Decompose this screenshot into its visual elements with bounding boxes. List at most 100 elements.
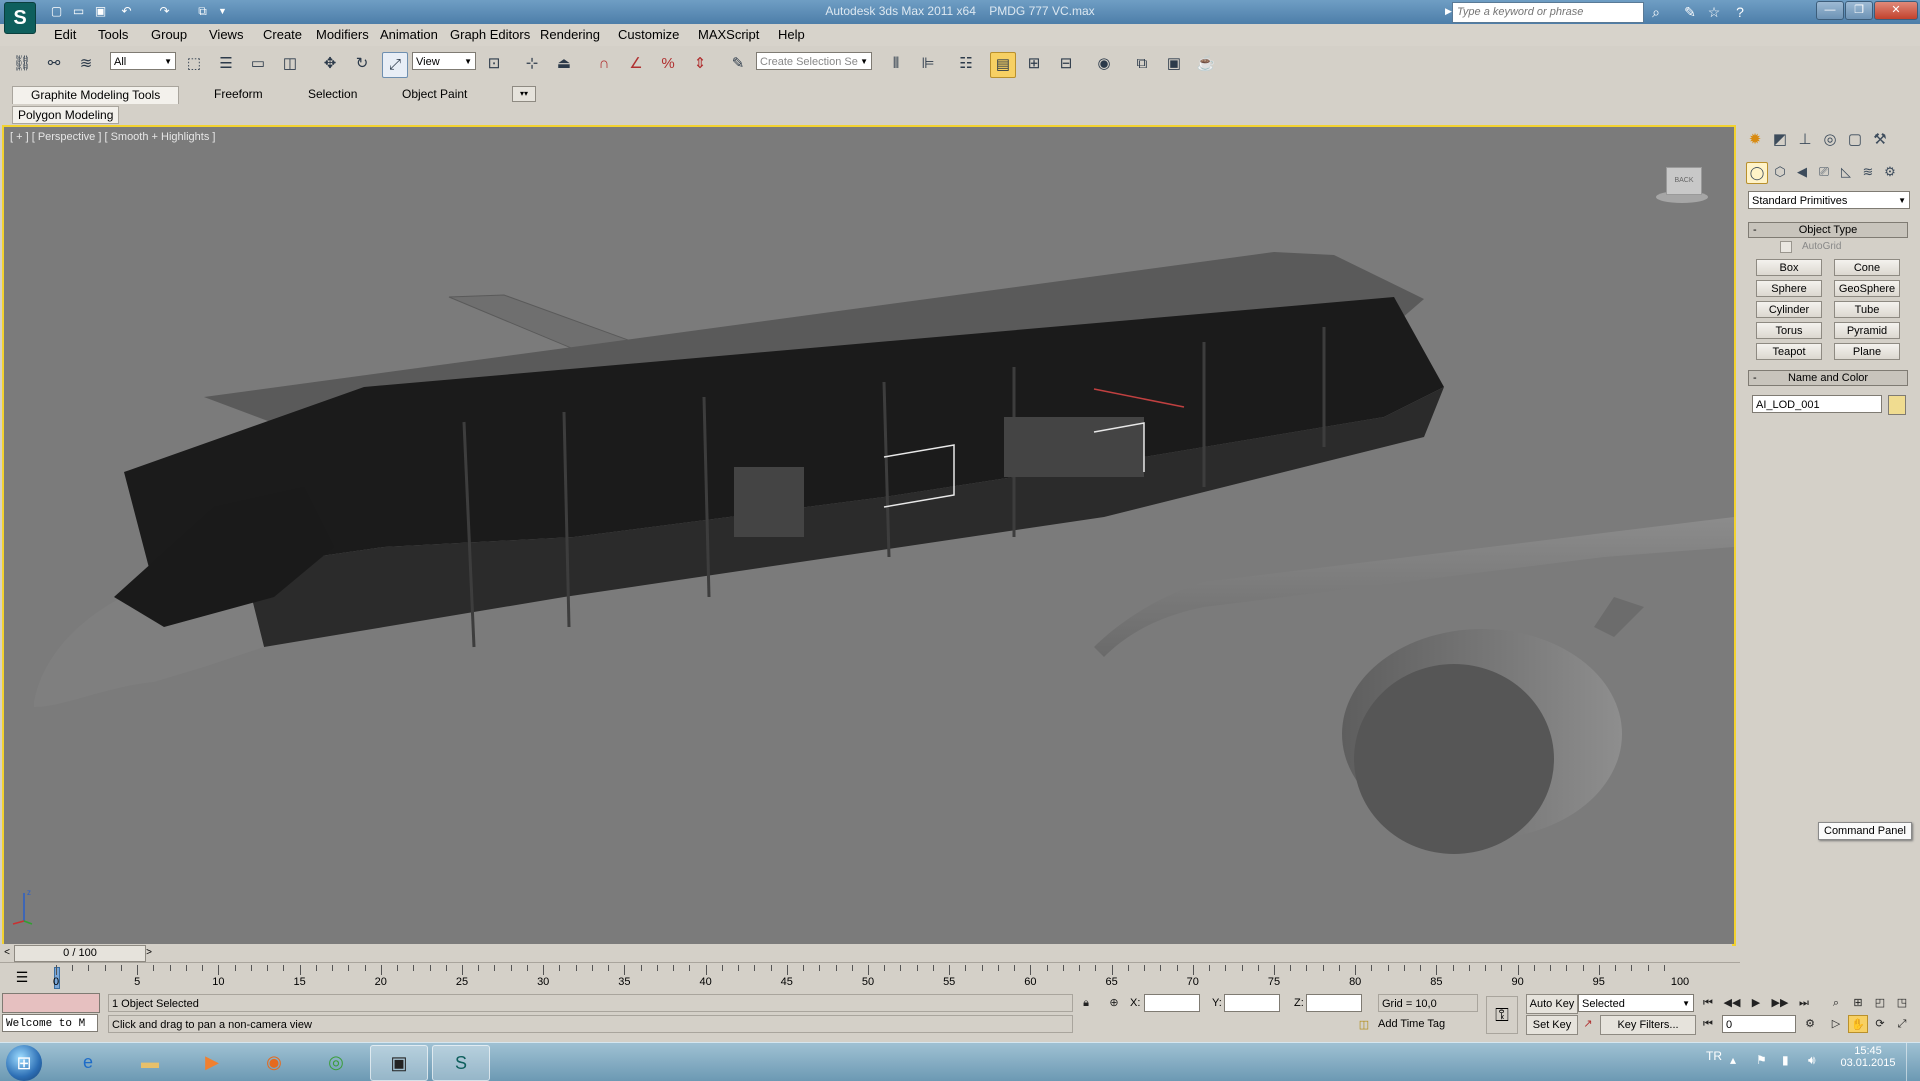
modify-tab-icon[interactable]: ◩: [1769, 129, 1791, 151]
select-and-manipulate-icon[interactable]: ⊹: [520, 52, 544, 76]
orbit-icon[interactable]: ⟳: [1870, 1015, 1890, 1033]
show-desktop-button[interactable]: [1906, 1043, 1920, 1081]
auto-key-button[interactable]: Auto Key: [1526, 994, 1578, 1014]
y-coordinate-field[interactable]: [1224, 994, 1280, 1012]
plane-button[interactable]: Plane: [1834, 343, 1900, 360]
cameras-icon[interactable]: ⎚: [1814, 162, 1834, 182]
tab-selection[interactable]: Selection: [298, 86, 367, 103]
search-expand-icon[interactable]: ▶: [1445, 6, 1452, 17]
rendered-frame-window-icon[interactable]: ▣: [1162, 52, 1186, 76]
menu-help[interactable]: Help: [778, 27, 805, 42]
menu-group[interactable]: Group: [151, 27, 187, 42]
menu-create[interactable]: Create: [263, 27, 302, 42]
help-icon[interactable]: ?: [1730, 2, 1750, 22]
zoom-icon[interactable]: ⌕: [1826, 994, 1846, 1012]
track-bar[interactable]: ☰ 0 5 10 15 20 25 30 35 40 45 50 55 60 65 70 75 80 85 90 95…: [0, 962, 1740, 991]
maxscript-mini-listener-top[interactable]: [2, 993, 100, 1013]
viewcube[interactable]: BACK: [1646, 163, 1716, 203]
rectangular-selection-icon[interactable]: ▭: [246, 52, 270, 76]
object-type-rollout[interactable]: - Object Type: [1748, 222, 1908, 238]
edit-named-selection-icon[interactable]: ✎: [726, 52, 750, 76]
file-explorer-icon[interactable]: ▬: [122, 1045, 178, 1079]
pan-view-hand-icon[interactable]: ✋: [1848, 1015, 1868, 1033]
language-indicator[interactable]: TR: [1706, 1049, 1722, 1063]
time-slider-thumb[interactable]: 0 / 100: [14, 945, 146, 962]
systems-icon[interactable]: ⚙: [1880, 162, 1900, 182]
quick-access-dropdown-icon[interactable]: ▼: [214, 3, 231, 20]
tube-button[interactable]: Tube: [1834, 301, 1900, 318]
zoom-extents-icon[interactable]: ◰: [1870, 994, 1890, 1012]
viewcube-face[interactable]: BACK: [1666, 167, 1702, 195]
default-tangent-icon[interactable]: ↗: [1578, 1015, 1598, 1033]
shapes-icon[interactable]: ⬡: [1770, 162, 1790, 182]
name-and-color-rollout[interactable]: - Name and Color: [1748, 370, 1908, 386]
lock-selection-icon[interactable]: 🔒︎: [1076, 994, 1096, 1012]
key-mode-toggle-icon[interactable]: ⏮: [1698, 1015, 1718, 1033]
maximize-button[interactable]: ❐: [1845, 1, 1873, 20]
key-filters-button[interactable]: Key Filters...: [1600, 1015, 1696, 1035]
curve-editor-icon[interactable]: ⊞: [1022, 52, 1046, 76]
object-name-field[interactable]: AI_LOD_001: [1752, 395, 1882, 413]
maxscript-mini-listener[interactable]: Welcome to M: [2, 1014, 98, 1032]
communication-center-icon[interactable]: ✎: [1680, 2, 1700, 22]
minimize-button[interactable]: —: [1816, 1, 1844, 20]
pivot-center-icon[interactable]: ⊡: [482, 52, 506, 76]
mirror-icon[interactable]: ⫴: [884, 52, 908, 76]
angle-snap-icon[interactable]: ∠: [624, 52, 648, 76]
utilities-tab-icon[interactable]: ⚒: [1869, 129, 1891, 151]
category-dropdown[interactable]: Standard Primitives ▼: [1748, 191, 1910, 209]
firefox-icon[interactable]: ◉: [246, 1045, 302, 1079]
display-tab-icon[interactable]: ▢: [1844, 129, 1866, 151]
create-tab-icon[interactable]: ✹: [1744, 129, 1766, 151]
select-object-icon[interactable]: ⬚: [182, 52, 206, 76]
sphere-button[interactable]: Sphere: [1756, 280, 1822, 297]
monitor-app-icon[interactable]: ▣: [370, 1045, 428, 1081]
save-icon[interactable]: ▣: [92, 3, 109, 20]
go-to-end-icon[interactable]: ⏭: [1794, 994, 1814, 1012]
previous-frame-arrow-icon[interactable]: <: [2, 945, 12, 960]
perspective-viewport[interactable]: [ + ] [ Perspective ] [ Smooth + Highlig…: [2, 125, 1736, 946]
percent-snap-icon[interactable]: %: [656, 52, 680, 76]
tab-object-paint[interactable]: Object Paint: [392, 86, 477, 103]
binoculars-icon[interactable]: ⌕: [1646, 2, 1666, 22]
menu-rendering[interactable]: Rendering: [540, 27, 600, 42]
hierarchy-tab-icon[interactable]: ⊥: [1794, 129, 1816, 151]
menu-tools[interactable]: Tools: [98, 27, 128, 42]
window-crossing-icon[interactable]: ◫: [278, 52, 302, 76]
tab-graphite-modeling-tools[interactable]: Graphite Modeling Tools: [12, 86, 180, 104]
search-box[interactable]: [1452, 2, 1644, 23]
set-key-mode-icon[interactable]: ⚿: [1486, 996, 1518, 1034]
time-tag-icon[interactable]: ◫: [1354, 1016, 1374, 1034]
render-production-icon[interactable]: ☕: [1194, 52, 1218, 76]
helpers-icon[interactable]: ◺: [1836, 162, 1856, 182]
chrome-icon[interactable]: ◎: [308, 1045, 364, 1079]
action-center-flag-icon[interactable]: ⚑: [1756, 1053, 1767, 1067]
snaps-toggle-icon[interactable]: ∩: [592, 52, 616, 76]
x-coordinate-field[interactable]: [1144, 994, 1200, 1012]
box-button[interactable]: Box: [1756, 259, 1822, 276]
internet-explorer-icon[interactable]: e: [60, 1045, 116, 1079]
move-icon[interactable]: ✥: [318, 52, 342, 76]
rotate-icon[interactable]: ↻: [350, 52, 374, 76]
unlink-icon[interactable]: ⚯: [42, 52, 66, 76]
time-configuration-icon[interactable]: ⚙: [1800, 1015, 1820, 1033]
start-button[interactable]: ⊞: [6, 1045, 42, 1081]
reference-coordinate-dropdown[interactable]: View ▼: [412, 52, 476, 70]
menu-views[interactable]: Views: [209, 27, 243, 42]
menu-maxscript[interactable]: MAXScript: [698, 27, 759, 42]
new-file-icon[interactable]: ▢: [48, 3, 65, 20]
current-frame-field[interactable]: 0: [1722, 1015, 1796, 1033]
tab-freeform[interactable]: Freeform: [204, 86, 273, 103]
volume-icon[interactable]: 🔊︎: [1808, 1053, 1816, 1068]
undo-icon[interactable]: ↶: [118, 3, 135, 20]
geosphere-button[interactable]: GeoSphere: [1834, 280, 1900, 297]
network-icon[interactable]: ▮: [1782, 1053, 1789, 1067]
link-icon[interactable]: ⛓: [10, 52, 34, 76]
next-frame-arrow-icon[interactable]: >: [144, 945, 154, 960]
selection-filter-dropdown[interactable]: All ▼: [110, 52, 176, 70]
cone-button[interactable]: Cone: [1834, 259, 1900, 276]
previous-frame-icon[interactable]: ◀◀: [1722, 994, 1742, 1012]
zoom-extents-all-icon[interactable]: ◳: [1892, 994, 1912, 1012]
menu-modifiers[interactable]: Modifiers: [316, 27, 369, 42]
set-key-button[interactable]: Set Key: [1526, 1015, 1578, 1035]
